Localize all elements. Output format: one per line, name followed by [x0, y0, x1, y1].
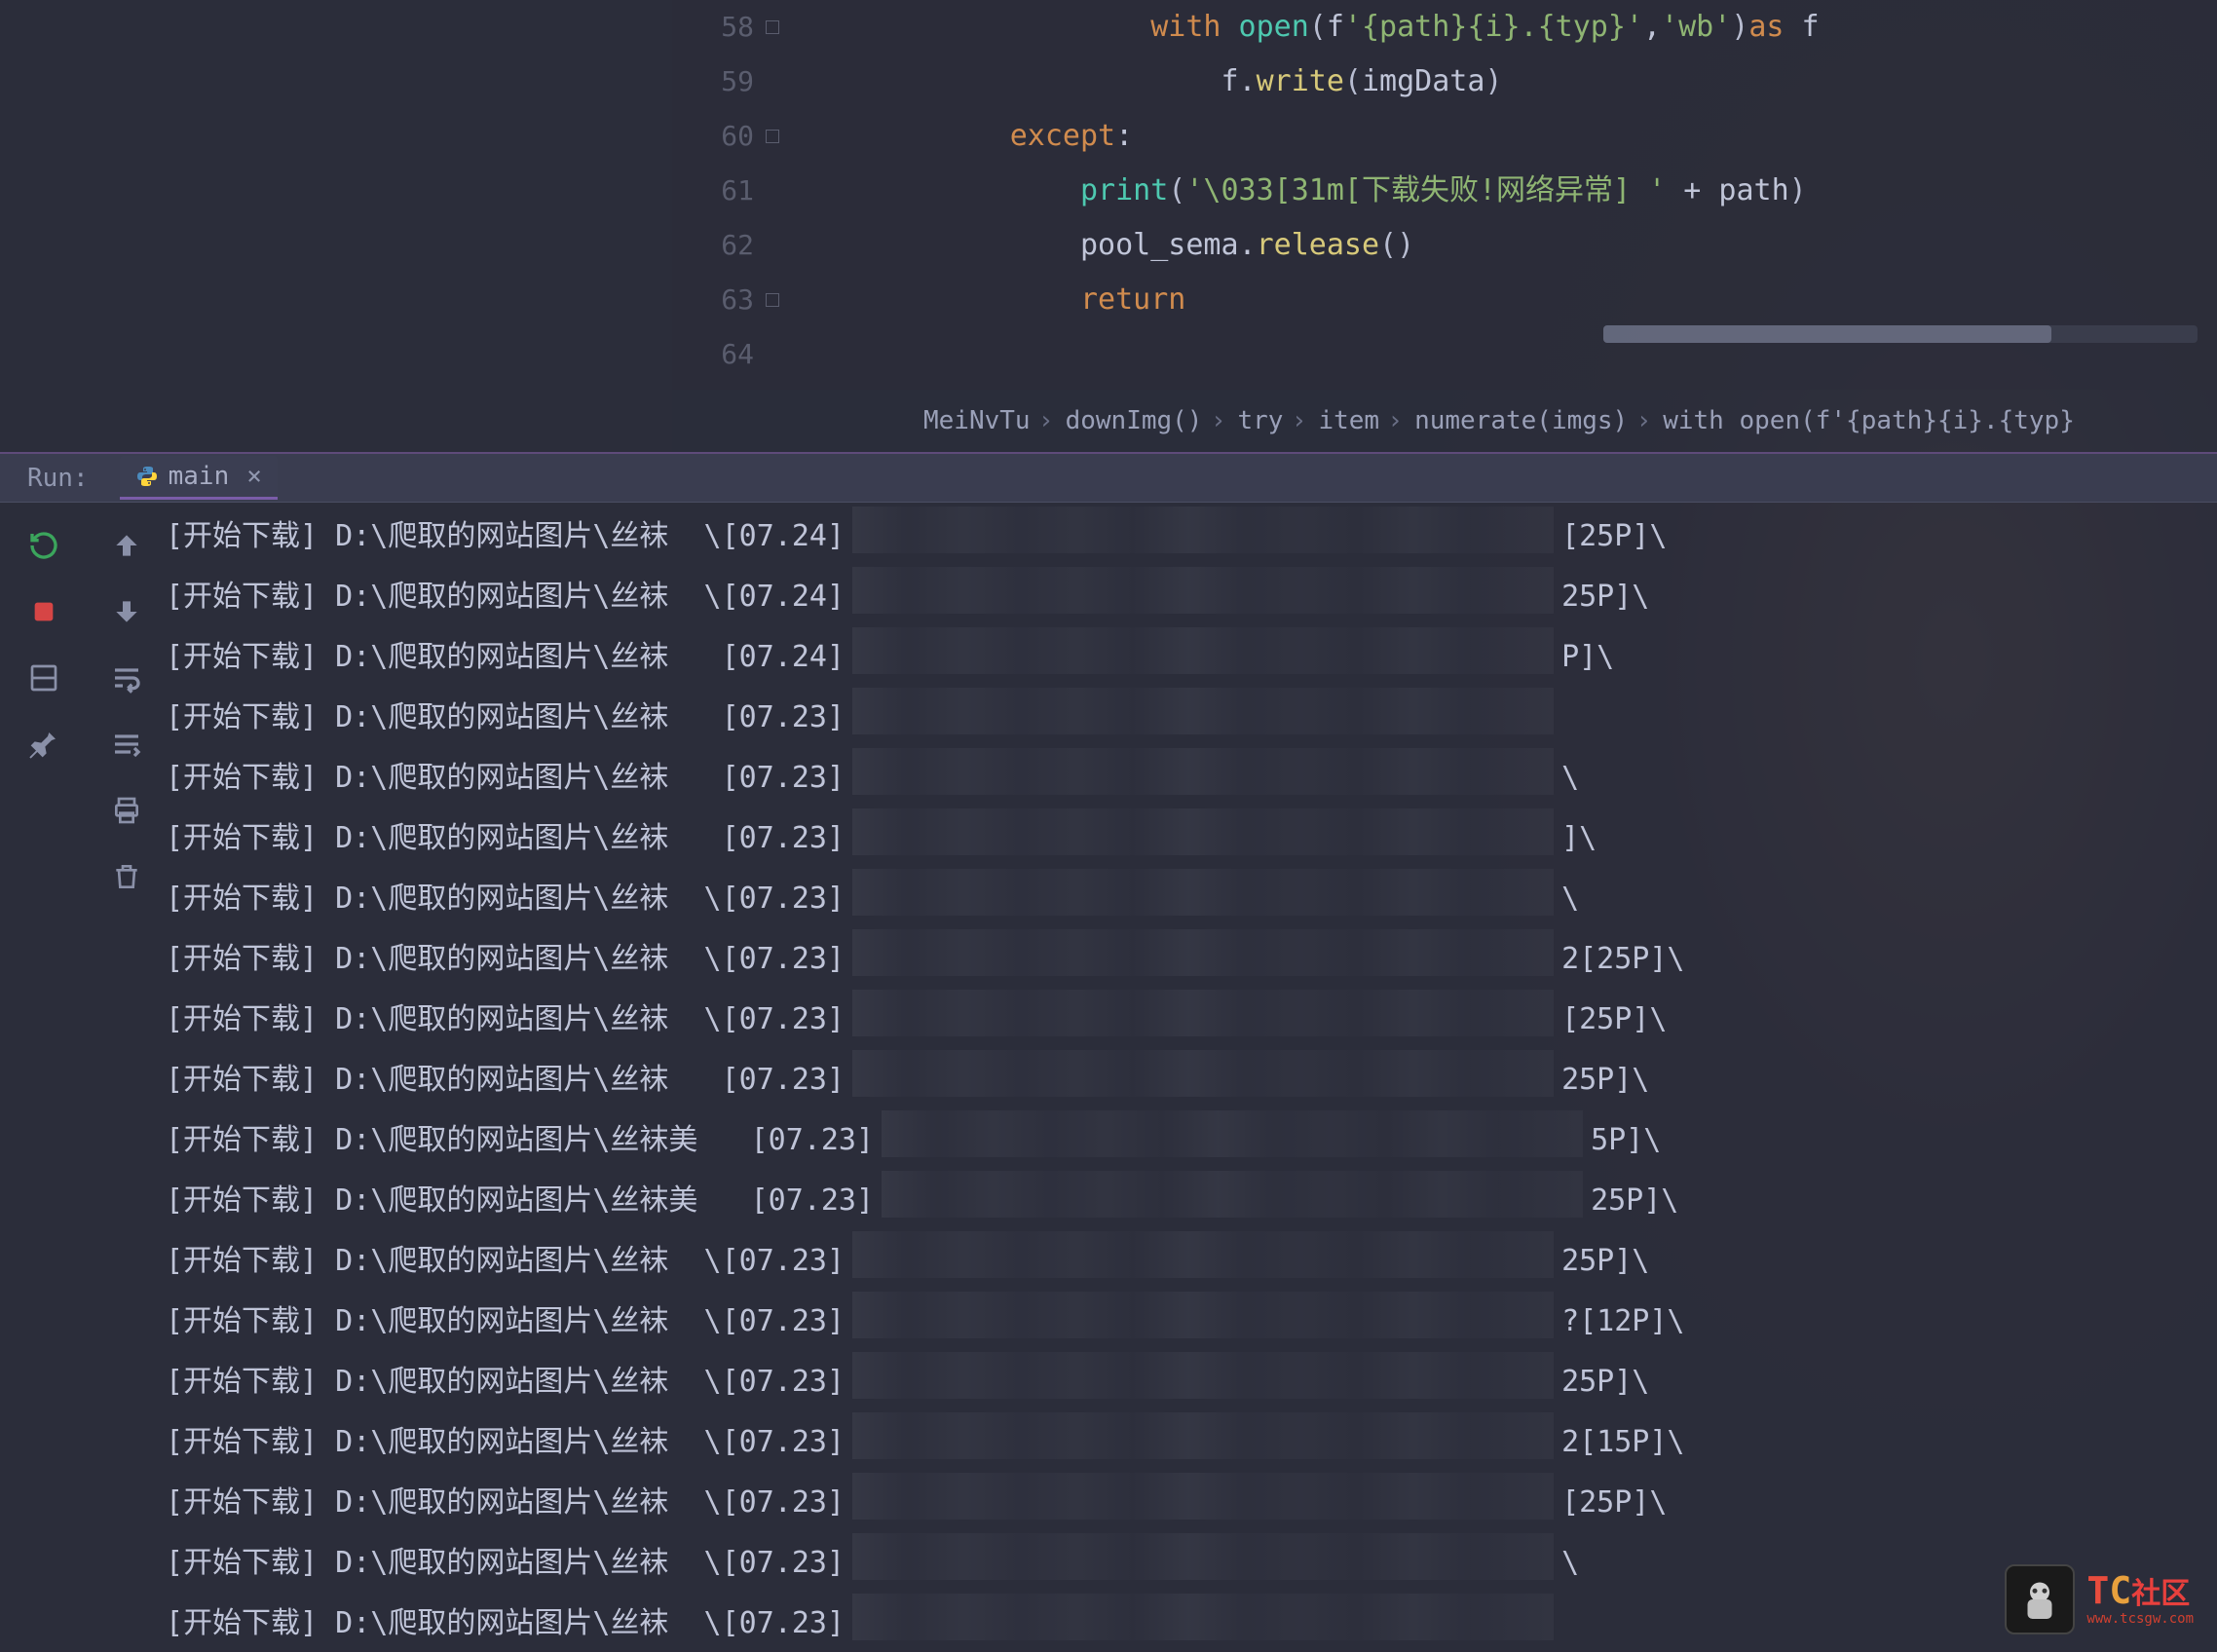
- line-number: 61: [672, 164, 779, 218]
- watermark: TC社区 www.tcsgw.com: [2005, 1564, 2194, 1634]
- breadcrumb-item[interactable]: item: [1300, 406, 1397, 435]
- redacted-content: [852, 688, 1554, 734]
- breadcrumb-item[interactable]: with open(f'{path}{i}.{typ}: [1645, 406, 2092, 435]
- print-button[interactable]: [107, 791, 146, 830]
- console-line: [开始下载] D:\爬取的网站图片\丝袜 \[07.23]25P]\: [166, 1352, 2217, 1412]
- redacted-content: [852, 627, 1554, 674]
- console-line: [开始下载] D:\爬取的网站图片\丝袜 \[07.23]2[15P]\: [166, 1412, 2217, 1473]
- console-line: [开始下载] D:\爬取的网站图片\丝袜 \[07.23]?[12P]\: [166, 1292, 2217, 1352]
- console-output[interactable]: [开始下载] D:\爬取的网站图片\丝袜 \[07.24][25P]\[开始下载…: [166, 503, 2217, 1652]
- pin-button[interactable]: [24, 725, 63, 764]
- code-line[interactable]: print('\033[31m[下载失败!网络异常] ' + path): [799, 164, 2217, 218]
- console-line: [开始下载] D:\爬取的网站图片\丝袜 \[07.24][25P]\: [166, 507, 2217, 567]
- breadcrumb-item[interactable]: downImg(): [1048, 406, 1221, 435]
- console-line: [开始下载] D:\爬取的网站图片\丝袜 \[07.23]\: [166, 869, 2217, 929]
- redacted-content: [852, 507, 1554, 553]
- step-down-button[interactable]: [107, 592, 146, 631]
- redacted-content: [882, 1110, 1583, 1157]
- run-panel-header: Run: main ×: [0, 452, 2217, 503]
- code-line[interactable]: except:: [799, 109, 2217, 164]
- console-line: [开始下载] D:\爬取的网站图片\丝袜 \[07.23]\: [166, 1533, 2217, 1594]
- line-number: 63: [672, 273, 779, 327]
- console-line: [开始下载] D:\爬取的网站图片\丝袜 [07.24]P]\: [166, 627, 2217, 688]
- run-tab-main[interactable]: main ×: [120, 456, 278, 500]
- redacted-content: [852, 1533, 1554, 1580]
- redacted-content: [852, 1352, 1554, 1399]
- console-line: [开始下载] D:\爬取的网站图片\丝袜 \[07.23][25P]\: [166, 1473, 2217, 1533]
- code-editor[interactable]: 58596061626364 with open(f'{path}{i}.{ty…: [672, 0, 2217, 390]
- fold-icon[interactable]: [766, 293, 779, 307]
- scrollbar-thumb[interactable]: [1603, 325, 2051, 343]
- soft-wrap-button[interactable]: [107, 658, 146, 697]
- redacted-content: [852, 1231, 1554, 1278]
- console-line: [开始下载] D:\爬取的网站图片\丝袜美 [07.23]25P]\: [166, 1171, 2217, 1231]
- redacted-content: [852, 869, 1554, 916]
- code-line[interactable]: return: [799, 273, 2217, 327]
- run-toolbar-secondary: [88, 503, 166, 1652]
- rerun-button[interactable]: [24, 526, 63, 565]
- run-tab-name: main: [169, 462, 230, 491]
- line-number: 60: [672, 109, 779, 164]
- watermark-url: www.tcsgw.com: [2086, 1612, 2194, 1627]
- console-line: [开始下载] D:\爬取的网站图片\丝袜 [07.23]: [166, 688, 2217, 748]
- horizontal-scrollbar[interactable]: [1603, 325, 2198, 343]
- console-line: [开始下载] D:\爬取的网站图片\丝袜 \[07.23]2[25P]\: [166, 929, 2217, 990]
- breadcrumb-bar: MeiNvTudownImg()tryitemnumerate(imgs)wit…: [672, 390, 2217, 452]
- python-icon: [135, 465, 159, 488]
- redacted-content: [852, 808, 1554, 855]
- line-number: 58: [672, 0, 779, 55]
- stop-button[interactable]: [24, 592, 63, 631]
- console-line: [开始下载] D:\爬取的网站图片\丝袜 [07.23]]\: [166, 808, 2217, 869]
- redacted-content: [852, 748, 1554, 795]
- breadcrumb-item[interactable]: MeiNvTu: [906, 406, 1048, 435]
- console-line: [开始下载] D:\爬取的网站图片\丝袜 \[07.23][25P]\: [166, 990, 2217, 1050]
- redacted-content: [852, 1594, 1554, 1640]
- code-line[interactable]: f.write(imgData): [799, 55, 2217, 109]
- console-line: [开始下载] D:\爬取的网站图片\丝袜 \[07.23]25P]\: [166, 1231, 2217, 1292]
- console-line: [开始下载] D:\爬取的网站图片\丝袜 [07.23]25P]\: [166, 1050, 2217, 1110]
- code-line[interactable]: pool_sema.release(): [799, 218, 2217, 273]
- watermark-icon: [2005, 1564, 2075, 1634]
- console-line: [开始下载] D:\爬取的网站图片\丝袜 \[07.23]: [166, 1594, 2217, 1652]
- close-icon[interactable]: ×: [246, 462, 262, 491]
- run-toolbar-primary: [0, 503, 88, 1652]
- console-line: [开始下载] D:\爬取的网站图片\丝袜美 [07.23]5P]\: [166, 1110, 2217, 1171]
- console-line: [开始下载] D:\爬取的网站图片\丝袜 \[07.24]25P]\: [166, 567, 2217, 627]
- breadcrumb-item[interactable]: try: [1220, 406, 1300, 435]
- run-label: Run:: [27, 464, 89, 493]
- redacted-content: [882, 1171, 1583, 1218]
- redacted-content: [852, 990, 1554, 1036]
- fold-icon[interactable]: [766, 130, 779, 143]
- scroll-to-end-button[interactable]: [107, 725, 146, 764]
- step-up-button[interactable]: [107, 526, 146, 565]
- redacted-content: [852, 1050, 1554, 1097]
- line-number: 62: [672, 218, 779, 273]
- redacted-content: [852, 567, 1554, 614]
- redacted-content: [852, 1473, 1554, 1520]
- line-number: 64: [672, 327, 779, 382]
- redacted-content: [852, 1292, 1554, 1338]
- trash-button[interactable]: [107, 857, 146, 896]
- breadcrumb-item[interactable]: numerate(imgs): [1397, 406, 1645, 435]
- code-line[interactable]: with open(f'{path}{i}.{typ}','wb')as f: [799, 0, 2217, 55]
- redacted-content: [852, 1412, 1554, 1459]
- watermark-title: TC社区: [2086, 1571, 2194, 1612]
- console-line: [开始下载] D:\爬取的网站图片\丝袜 [07.23]\: [166, 748, 2217, 808]
- layout-button[interactable]: [24, 658, 63, 697]
- fold-icon[interactable]: [766, 20, 779, 34]
- redacted-content: [852, 929, 1554, 976]
- line-gutter: 58596061626364: [672, 0, 799, 390]
- line-number: 59: [672, 55, 779, 109]
